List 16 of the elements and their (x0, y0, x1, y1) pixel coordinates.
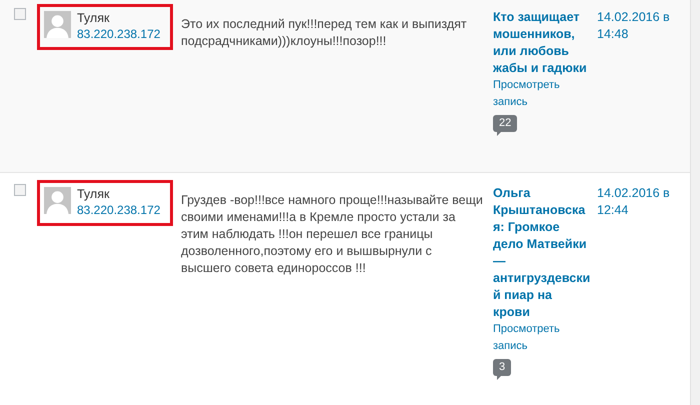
date-link[interactable]: 14.02.2016 в 12:44 (597, 180, 677, 401)
checkbox[interactable] (14, 184, 26, 196)
avatar-icon (44, 187, 71, 214)
ip-link[interactable]: 83.220.238.172 (77, 203, 160, 217)
date-link[interactable]: 14.02.2016 в 14:48 (597, 4, 677, 172)
author-name: Туляк (77, 187, 110, 201)
comment-text: Это их последний пук!!!перед тем как и выпиздят подсрадчниками)))клоуны!!!позор!!! (181, 16, 468, 50)
ip-link[interactable]: 83.220.238.172 (77, 27, 160, 41)
comment-text: Груздев -вор!!!все намного проще!!!называйте вещи своими именами!!!а в Кремле просто устали за этим наблюдать !!!он перешел все границы дозволенного,поэтому его и вышвырнули с высшего совета единороссов !!! (181, 192, 484, 277)
author-name: Туляк (77, 11, 110, 25)
avatar-icon (44, 11, 71, 38)
post-title-link[interactable]: Ольга Крыштановская: Громкое дело Матвейки — антигруздевский пиар на крови (493, 185, 591, 321)
view-post-link[interactable]: Просмотреть запись (493, 321, 563, 355)
view-post-link[interactable]: Просмотреть запись (493, 77, 563, 111)
checkbox[interactable] (14, 8, 26, 20)
post-title-link[interactable]: Кто защищает мошенников, или любовь жабы и гадюки (493, 9, 591, 77)
